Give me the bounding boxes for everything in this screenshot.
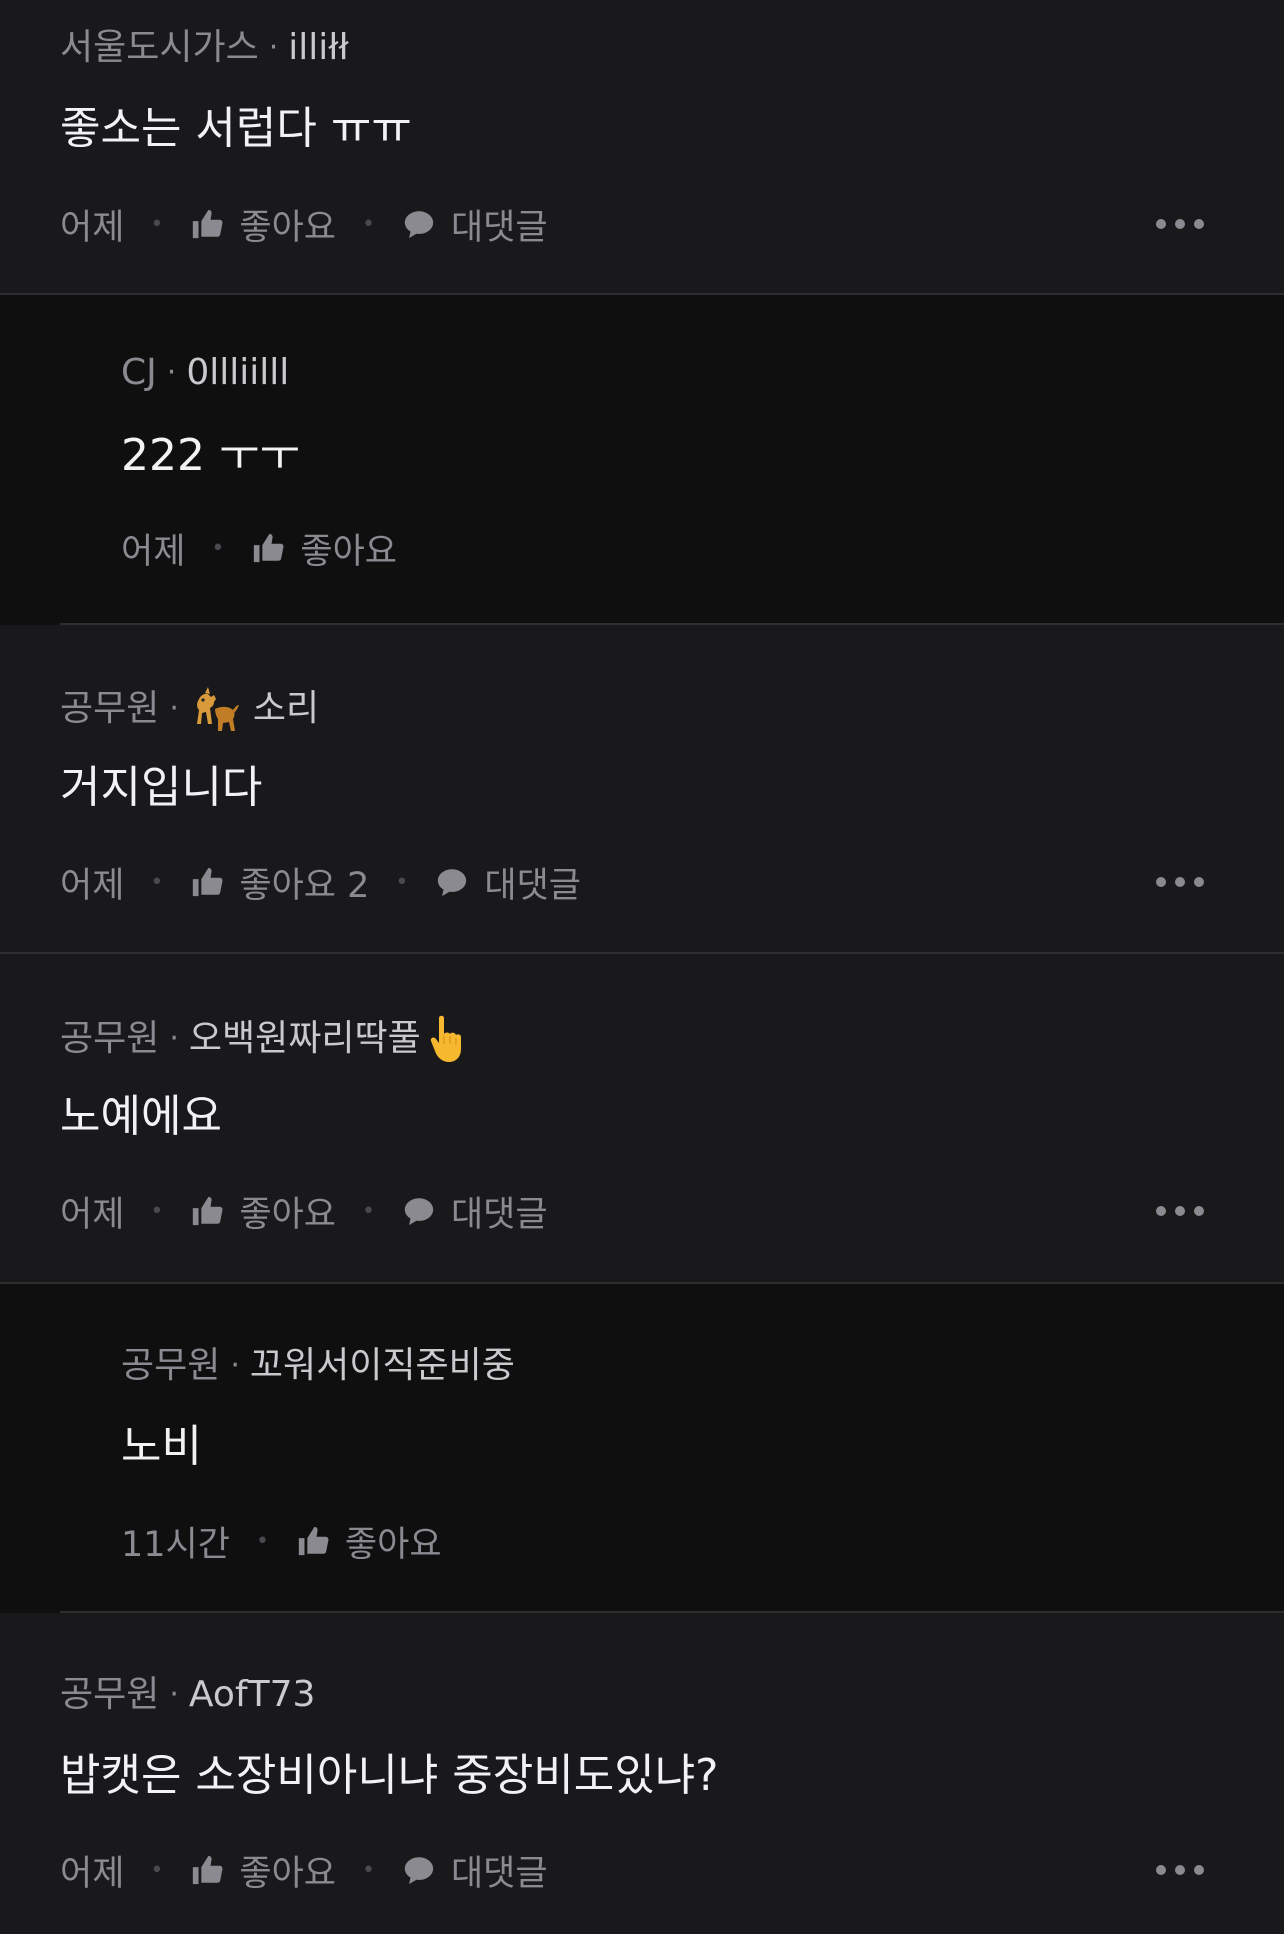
thumbs-up-icon [193, 867, 223, 897]
thumbs-up-icon [193, 1855, 223, 1885]
separator-dot: • [150, 869, 164, 895]
author-company: 서울도시가스 [60, 27, 259, 68]
more-options-button[interactable] [1156, 219, 1204, 229]
speech-bubble-icon [438, 869, 467, 897]
comment-author[interactable]: 공무원 · 소리 [60, 685, 319, 733]
author-company: CJ [121, 352, 157, 393]
separator-dot: • [362, 1198, 375, 1224]
comment-actions: 어제 • 좋아요 [121, 523, 1284, 573]
like-button[interactable]: 좋아요 [295, 1516, 442, 1567]
comment-author[interactable]: 서울도시가스 · illiłł [60, 26, 349, 70]
comment-actions: 어제 • 좋아요 • 대댓글 [60, 1845, 1284, 1895]
reply-button[interactable]: 대댓글 [401, 199, 548, 250]
separator-dot: • [362, 1857, 375, 1883]
reply-button[interactable]: 대댓글 [434, 857, 581, 908]
like-label: 좋아요 [300, 531, 397, 572]
comment-item: 공무원 · 오백원짜리딱풀 노예에요 어제 • 좋아요 • 대댓글 [0, 954, 1284, 1284]
like-button[interactable]: 좋아요 [189, 199, 336, 250]
comment-actions: 11시간 • 좋아요 [121, 1516, 1284, 1566]
comment-actions: 어제 • 좋아요 2 • 대댓글 [60, 857, 1284, 907]
comment-item: 서울도시가스 · illiłł 좋소는 서럽다 ㅠㅠ 어제 • 좋아요 • 대댓… [0, 0, 1284, 295]
dog-emoji-icon [196, 687, 239, 731]
like-label: 좋아요 [344, 1524, 442, 1565]
thumbs-up-icon [193, 209, 223, 239]
author-company: 공무원 [60, 688, 160, 729]
separator-dot: • [150, 1198, 164, 1224]
pointing-finger-emoji-icon [430, 1015, 461, 1062]
comment-item: 공무원 · 소리 거지입니다 어제 • 좋아요 2 • 대댓글 [0, 625, 1284, 954]
reply-button[interactable]: 대댓글 [401, 1186, 548, 1237]
separator-dot: · [268, 30, 279, 65]
separator-dot: · [169, 1021, 179, 1056]
comment-text: 좋소는 서럽다 ㅠㅠ [60, 103, 412, 154]
author-nickname[interactable]: 0llliilll [186, 351, 289, 395]
speech-bubble-icon [404, 211, 434, 239]
author-nickname[interactable]: 소리 [189, 685, 319, 733]
like-label: 좋아요 [239, 1853, 336, 1894]
comment-text: 거지입니다 [60, 762, 263, 813]
separator-dot: • [211, 535, 225, 561]
author-company: 공무원 [60, 1018, 160, 1059]
like-button[interactable]: 좋아요 [250, 523, 397, 574]
comment-item: 공무원 · AofT73 밥캣은 소장비아니냐 중장비도있냐? 어제 • 좋아요… [0, 1613, 1284, 1934]
reply-label: 대댓글 [450, 207, 548, 248]
comment-time: 어제 [60, 1194, 125, 1235]
like-button[interactable]: 좋아요 [189, 1845, 336, 1896]
comment-text: 노예에요 [60, 1091, 222, 1142]
more-options-button[interactable] [1156, 1865, 1204, 1875]
like-button[interactable]: 좋아요 [189, 1186, 336, 1237]
comment-author[interactable]: 공무원 · 오백원짜리딱풀 [60, 1014, 463, 1064]
comment-text: 222 ㅜㅜ [121, 430, 300, 481]
reply-label: 대댓글 [484, 865, 581, 906]
comment-author[interactable]: 공무원 · 꼬워서이직준비중 [121, 1344, 515, 1388]
like-button[interactable]: 좋아요 2 [189, 857, 369, 908]
separator-dot: • [150, 211, 164, 237]
author-nickname[interactable]: AofT73 [189, 1673, 316, 1717]
comment-actions: 어제 • 좋아요 • 대댓글 [60, 199, 1284, 249]
speech-bubble-icon [404, 1198, 434, 1226]
thumbs-up-icon [193, 1196, 223, 1226]
separator-dot: • [395, 869, 409, 895]
comment-time: 어제 [60, 207, 125, 248]
separator-dot: · [230, 1348, 240, 1383]
nickname-text: 오백원짜리딱풀 [188, 1018, 421, 1059]
reply-label: 대댓글 [450, 1853, 548, 1894]
comment-time: 어제 [121, 531, 186, 572]
author-nickname[interactable]: illiłł [288, 26, 348, 70]
thumbs-up-icon [298, 1526, 329, 1556]
speech-bubble-icon [404, 1857, 434, 1885]
reply-item: 공무원 · 꼬워서이직준비중 노비 11시간 • 좋아요 [0, 1284, 1284, 1613]
separator-dot: · [169, 691, 179, 726]
author-nickname[interactable]: 꼬워서이직준비중 [250, 1344, 515, 1388]
thumbs-up-icon [254, 533, 284, 563]
more-options-button[interactable] [1156, 1206, 1204, 1216]
separator-dot: • [362, 211, 375, 237]
comment-time: 11시간 [121, 1524, 230, 1565]
like-label: 좋아요 2 [239, 865, 370, 906]
author-nickname[interactable]: 오백원짜리딱풀 [189, 1014, 463, 1064]
comment-time: 어제 [60, 865, 125, 906]
separator-dot: · [169, 1677, 179, 1712]
comment-text: 밥캣은 소장비아니냐 중장비도있냐? [60, 1750, 719, 1801]
separator-dot: • [150, 1857, 164, 1883]
reply-button[interactable]: 대댓글 [401, 1845, 548, 1896]
separator-dot: · [166, 355, 177, 390]
comment-author[interactable]: 공무원 · AofT73 [60, 1673, 315, 1717]
like-label: 좋아요 [239, 207, 336, 248]
author-company: 공무원 [121, 1345, 221, 1386]
like-label: 좋아요 [239, 1194, 336, 1235]
author-company: 공무원 [60, 1674, 160, 1715]
comment-text: 노비 [121, 1421, 202, 1472]
comment-author[interactable]: CJ · 0llliilll [121, 351, 289, 395]
more-options-button[interactable] [1156, 877, 1204, 887]
separator-dot: • [255, 1528, 269, 1554]
comment-time: 어제 [60, 1853, 125, 1894]
nickname-text: 소리 [252, 688, 320, 729]
reply-label: 대댓글 [450, 1194, 548, 1235]
comment-actions: 어제 • 좋아요 • 대댓글 [60, 1186, 1284, 1236]
reply-item: CJ · 0llliilll 222 ㅜㅜ 어제 • 좋아요 [0, 295, 1284, 625]
